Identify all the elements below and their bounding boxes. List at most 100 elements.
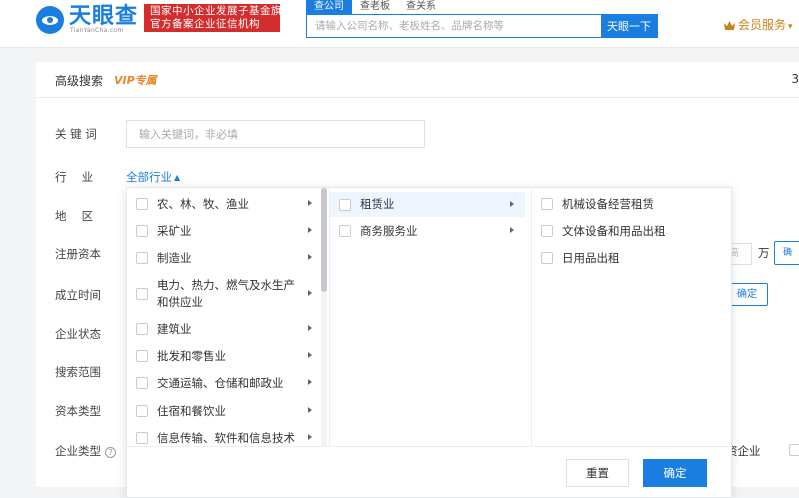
industry-option-utilities[interactable]: 电力、热力、燃气及水生产 和供应业 bbox=[127, 276, 321, 312]
industry-level3-list: 机械设备经营租赁 文体设备和用品出租 日用品出租 bbox=[531, 188, 731, 446]
tab-company[interactable]: 查公司 bbox=[306, 0, 352, 14]
arrow-right-icon bbox=[308, 227, 312, 233]
industry-level2-list: 租赁业 商务服务业 bbox=[329, 188, 531, 446]
checkbox[interactable] bbox=[136, 432, 148, 444]
found-date-label: 成立时间 bbox=[55, 288, 101, 302]
industry-option-wholesale[interactable]: 批发和零售业 bbox=[127, 346, 321, 366]
keyword-input[interactable] bbox=[126, 120, 425, 148]
option-label: 商务服务业 bbox=[360, 223, 418, 238]
vip-service-menu[interactable]: 会员服务 ▾ bbox=[724, 16, 793, 33]
checkbox[interactable] bbox=[136, 377, 148, 389]
arrow-right-icon bbox=[308, 379, 312, 385]
scrollbar-thumb[interactable] bbox=[321, 188, 327, 292]
industry-option-transport[interactable]: 交通运输、仓储和邮政业 bbox=[127, 373, 321, 393]
arrow-right-icon bbox=[308, 407, 312, 413]
capital-type-label: 资本类型 bbox=[55, 404, 101, 418]
industry-dropdown: 农、林、牧、渔业 采矿业 制造业 电力、热力、燃气及水生产 和供应业 建筑业 批发… bbox=[126, 187, 732, 498]
industry-option-construction[interactable]: 建筑业 bbox=[127, 319, 321, 339]
tab-relation[interactable]: 查关系 bbox=[398, 0, 444, 14]
checkbox[interactable] bbox=[136, 198, 148, 210]
checkbox[interactable] bbox=[339, 198, 351, 211]
option-label: 建筑业 bbox=[157, 321, 192, 336]
company-type-text: 企业类型 bbox=[55, 444, 101, 458]
option-label-line2: 和供应业 bbox=[157, 295, 203, 309]
industry-option-daily-goods-rental[interactable]: 日用品出租 bbox=[532, 248, 727, 268]
checkbox[interactable] bbox=[136, 252, 148, 264]
arrow-right-icon bbox=[510, 201, 514, 207]
checkbox[interactable] bbox=[541, 225, 553, 237]
checkbox[interactable] bbox=[541, 252, 553, 264]
foreign-company-checkbox[interactable] bbox=[789, 444, 799, 456]
option-label: 租赁业 bbox=[360, 197, 395, 211]
checkbox[interactable] bbox=[136, 225, 148, 237]
checkbox[interactable] bbox=[136, 323, 148, 335]
vip-exclusive-tag: VIP专属 bbox=[114, 74, 157, 87]
eye-logo-icon bbox=[36, 6, 64, 34]
gov-badge-line1: 国家中小企业发展子基金旗下 bbox=[150, 5, 293, 17]
gov-badge: 国家中小企业发展子基金旗下 官方备案企业征信机构 bbox=[144, 4, 293, 32]
tianyancha-logo[interactable]: 天眼查 TianYanCha.com bbox=[36, 4, 142, 36]
arrow-right-icon bbox=[308, 352, 312, 358]
status-label: 企业状态 bbox=[55, 327, 101, 341]
date-confirm-button[interactable]: 确定 bbox=[726, 283, 768, 306]
checkbox[interactable] bbox=[136, 405, 148, 417]
logo-domain: TianYanCha.com bbox=[70, 27, 124, 34]
industry-option-business-services[interactable]: 商务服务业 bbox=[330, 221, 525, 241]
industry-option-machinery-leasing[interactable]: 机械设备经营租赁 bbox=[532, 194, 727, 214]
crown-icon bbox=[724, 21, 735, 30]
option-label: 农、林、牧、渔业 bbox=[157, 196, 249, 211]
option-label-line1: 电力、热力、燃气及水生产 bbox=[157, 278, 295, 292]
option-label: 机械设备经营租赁 bbox=[562, 196, 654, 211]
checkbox[interactable] bbox=[541, 198, 553, 210]
option-label: 电力、热力、燃气及水生产 和供应业 bbox=[157, 277, 295, 311]
industry-option-agriculture[interactable]: 农、林、牧、渔业 bbox=[127, 194, 321, 214]
checkbox[interactable] bbox=[339, 225, 351, 237]
option-label: 住宿和餐饮业 bbox=[157, 403, 226, 418]
tab-boss[interactable]: 查老板 bbox=[352, 0, 398, 14]
arrow-right-icon bbox=[308, 254, 312, 260]
search-button[interactable]: 天眼一下 bbox=[601, 15, 657, 37]
option-label: 批发和零售业 bbox=[157, 348, 226, 363]
top-header: 天眼查 TianYanCha.com 国家中小企业发展子基金旗下 官方备案企业征… bbox=[0, 0, 799, 48]
capital-unit: 万 bbox=[758, 246, 770, 260]
option-label: 日用品出租 bbox=[562, 250, 620, 265]
checkbox[interactable] bbox=[136, 288, 148, 300]
industry-option-manufacturing[interactable]: 制造业 bbox=[127, 248, 321, 268]
option-label: 信息传输、软件和信息技术 bbox=[157, 430, 295, 445]
scope-label: 搜索范围 bbox=[55, 365, 101, 379]
industry-level1-list: 农、林、牧、渔业 采矿业 制造业 电力、热力、燃气及水生产 和供应业 建筑业 批发… bbox=[127, 188, 329, 446]
industry-option-leasing[interactable]: 租赁业 bbox=[330, 192, 525, 217]
industry-select-value: 全部行业 bbox=[126, 170, 172, 184]
arrow-right-icon bbox=[308, 290, 312, 296]
confirm-button[interactable]: 确定 bbox=[643, 459, 707, 487]
industry-option-mining[interactable]: 采矿业 bbox=[127, 221, 321, 241]
reset-button[interactable]: 重置 bbox=[566, 459, 629, 487]
caret-up-icon: ▲ bbox=[174, 173, 181, 182]
vip-service-label: 会员服务 bbox=[738, 18, 787, 32]
arrow-right-icon bbox=[510, 227, 514, 233]
search-input[interactable] bbox=[307, 15, 601, 37]
region-label: 地 区 bbox=[55, 209, 94, 223]
arrow-right-icon bbox=[308, 200, 312, 206]
result-count: 3 bbox=[791, 72, 799, 86]
option-label: 文体设备和用品出租 bbox=[562, 223, 666, 238]
industry-option-sports-rental[interactable]: 文体设备和用品出租 bbox=[532, 221, 727, 241]
search-box: 天眼一下 bbox=[306, 14, 658, 38]
dropdown-footer: 重置 确定 bbox=[127, 446, 731, 497]
capital-label: 注册资本 bbox=[55, 247, 101, 261]
page-title: 高级搜索 bbox=[55, 74, 104, 88]
option-label: 交通运输、仓储和邮政业 bbox=[157, 375, 284, 390]
industry-label: 行 业 bbox=[55, 170, 94, 184]
scrollbar[interactable] bbox=[321, 188, 327, 446]
industry-select[interactable]: 全部行业 ▲ bbox=[126, 169, 180, 185]
option-label: 制造业 bbox=[157, 250, 192, 265]
checkbox[interactable] bbox=[136, 350, 148, 362]
capital-confirm-button[interactable]: 确 bbox=[774, 241, 799, 265]
industry-option-hospitality[interactable]: 住宿和餐饮业 bbox=[127, 401, 321, 421]
chevron-down-icon: ▾ bbox=[788, 22, 793, 32]
industry-option-it[interactable]: 信息传输、软件和信息技术 bbox=[127, 428, 321, 446]
panel-header: 高级搜索 VIP专属 3 bbox=[36, 62, 799, 98]
company-type-label: 企业类型? bbox=[55, 443, 116, 459]
keyword-label: 关 键 词 bbox=[55, 127, 97, 141]
help-icon[interactable]: ? bbox=[105, 447, 116, 458]
